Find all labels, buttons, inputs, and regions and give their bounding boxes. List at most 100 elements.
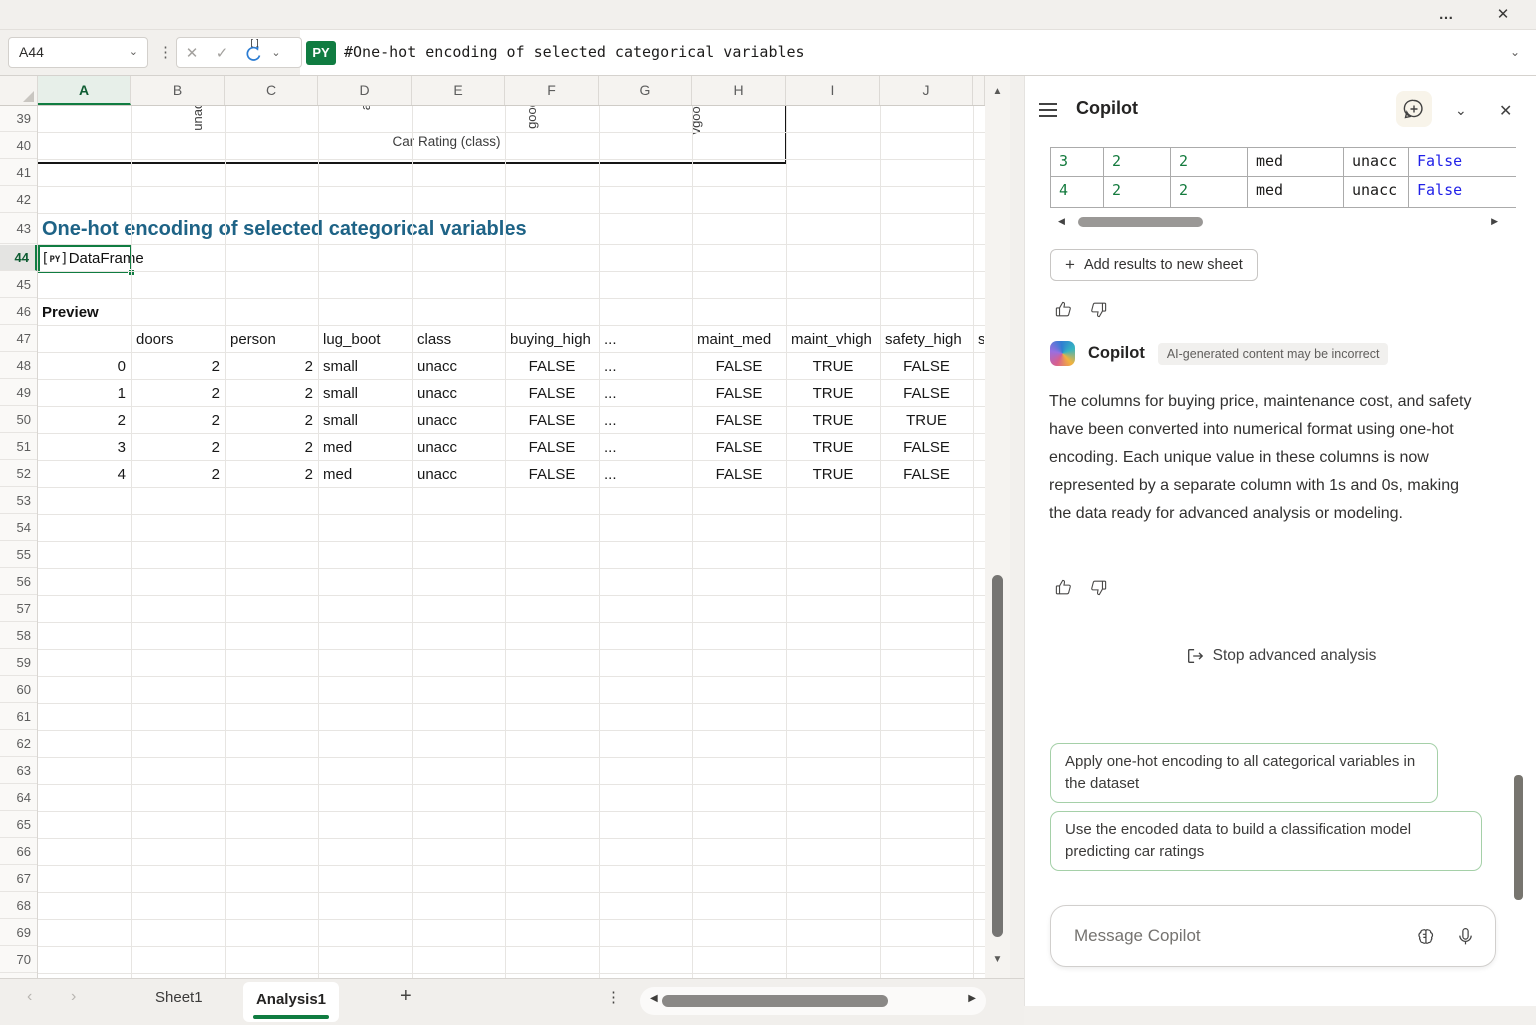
preview-cell[interactable]: 2 bbox=[225, 380, 318, 407]
confirm-entry-icon[interactable]: ✓ bbox=[207, 44, 237, 62]
preview-cell[interactable]: TRUE bbox=[786, 380, 880, 407]
preview-header-cell[interactable]: lug_boot bbox=[318, 326, 412, 353]
row-header-42[interactable]: 42 bbox=[0, 187, 37, 213]
thumbs-down-icon[interactable] bbox=[1089, 300, 1108, 319]
name-box-chevron-icon[interactable]: ⌄ bbox=[129, 38, 138, 67]
tab-next-icon[interactable]: › bbox=[71, 988, 76, 1006]
preview-cell[interactable]: FALSE bbox=[692, 353, 786, 380]
sheet-title-cell[interactable]: One-hot encoding of selected categorical… bbox=[42, 214, 527, 245]
preview-cell[interactable]: unacc bbox=[412, 380, 505, 407]
thumbs-up-icon[interactable] bbox=[1054, 578, 1073, 597]
preview-cell[interactable]: 4 bbox=[38, 461, 131, 488]
preview-cell[interactable]: unacc bbox=[412, 434, 505, 461]
column-header-h[interactable]: H bbox=[692, 76, 786, 105]
result-table-scrollbar[interactable]: ◀ ▶ bbox=[1050, 214, 1500, 230]
row-header-65[interactable]: 65 bbox=[0, 812, 37, 838]
row-header-45[interactable]: 45 bbox=[0, 272, 37, 298]
preview-cell[interactable]: small bbox=[318, 380, 412, 407]
preview-cell[interactable]: FALSE bbox=[505, 353, 599, 380]
preview-cell[interactable]: 2 bbox=[131, 461, 225, 488]
column-header-d[interactable]: D bbox=[318, 76, 412, 105]
thumbs-down-icon[interactable] bbox=[1089, 578, 1108, 597]
preview-cell[interactable]: 2 bbox=[225, 461, 318, 488]
row-header-44[interactable]: 44 bbox=[0, 245, 37, 271]
row-header-43[interactable]: 43 bbox=[0, 214, 37, 244]
panel-scroll-thumb[interactable] bbox=[1514, 775, 1523, 900]
preview-cell[interactable]: unacc bbox=[412, 353, 505, 380]
preview-header-cell[interactable]: person bbox=[225, 326, 318, 353]
message-copilot-input[interactable] bbox=[1051, 926, 1415, 946]
ai-brain-icon[interactable] bbox=[1415, 926, 1436, 947]
preview-cell[interactable]: TRUE bbox=[786, 407, 880, 434]
row-header-41[interactable]: 41 bbox=[0, 160, 37, 186]
row-header-46[interactable]: 46 bbox=[0, 299, 37, 325]
row-header-56[interactable]: 56 bbox=[0, 569, 37, 595]
select-all-corner[interactable] bbox=[0, 76, 38, 105]
row-header-69[interactable]: 69 bbox=[0, 920, 37, 946]
preview-cell[interactable]: FALSE bbox=[692, 434, 786, 461]
column-header-c[interactable]: C bbox=[225, 76, 318, 105]
column-header-i[interactable]: I bbox=[786, 76, 880, 105]
preview-cell[interactable]: 1 bbox=[38, 380, 131, 407]
scroll-right-icon[interactable]: ▶ bbox=[968, 993, 976, 1004]
preview-cell[interactable]: FALSE bbox=[692, 407, 786, 434]
panel-close-icon[interactable]: ✕ bbox=[1499, 101, 1512, 121]
scroll-down-icon[interactable]: ▼ bbox=[985, 954, 1010, 965]
preview-cell[interactable]: FALSE bbox=[505, 461, 599, 488]
preview-cell[interactable]: 0 bbox=[38, 353, 131, 380]
preview-cell[interactable]: FALSE bbox=[505, 407, 599, 434]
panel-collapse-chevron-icon[interactable]: ⌄ bbox=[1455, 102, 1467, 119]
cancel-entry-icon[interactable]: ✕ bbox=[177, 44, 207, 62]
column-header-f[interactable]: F bbox=[505, 76, 599, 105]
preview-cell[interactable]: med bbox=[318, 461, 412, 488]
row-header-39[interactable]: 39 bbox=[0, 106, 37, 132]
sheet-tab-analysis1[interactable]: Analysis1 bbox=[243, 982, 339, 1022]
preview-header-cell[interactable]: ... bbox=[599, 326, 692, 353]
formula-bar-expand-icon[interactable]: ⌄ bbox=[1510, 30, 1520, 75]
preview-cell[interactable]: FALSE bbox=[505, 380, 599, 407]
add-sheet-button[interactable]: + bbox=[400, 985, 412, 1008]
row-header-64[interactable]: 64 bbox=[0, 785, 37, 811]
row-header-52[interactable]: 52 bbox=[0, 461, 37, 487]
preview-label-cell[interactable]: Preview bbox=[42, 299, 99, 326]
preview-cell[interactable]: 2 bbox=[131, 353, 225, 380]
column-header-clipped[interactable] bbox=[973, 76, 985, 105]
row-header-47[interactable]: 47 bbox=[0, 326, 37, 352]
row-header-51[interactable]: 51 bbox=[0, 434, 37, 460]
thumbs-up-icon[interactable] bbox=[1054, 300, 1073, 319]
preview-cell[interactable]: FALSE bbox=[880, 380, 973, 407]
row-header-59[interactable]: 59 bbox=[0, 650, 37, 676]
row-header-63[interactable]: 63 bbox=[0, 758, 37, 784]
column-header-g[interactable]: G bbox=[599, 76, 692, 105]
preview-cell[interactable]: ... bbox=[599, 461, 692, 488]
preview-cell[interactable]: TRUE bbox=[786, 461, 880, 488]
scroll-left-icon[interactable]: ◀ bbox=[650, 993, 658, 1004]
microphone-icon[interactable] bbox=[1455, 926, 1476, 947]
python-insert-chevron-icon[interactable]: ⌄ bbox=[267, 46, 285, 59]
preview-cell[interactable]: 2 bbox=[225, 353, 318, 380]
row-header-48[interactable]: 48 bbox=[0, 353, 37, 379]
add-results-button[interactable]: + Add results to new sheet bbox=[1050, 249, 1258, 281]
new-chat-button[interactable] bbox=[1396, 91, 1432, 127]
python-object-icon[interactable]: [] bbox=[237, 41, 267, 65]
preview-cell[interactable]: FALSE bbox=[880, 461, 973, 488]
preview-cell[interactable]: FALSE bbox=[505, 434, 599, 461]
preview-cell[interactable]: small bbox=[318, 407, 412, 434]
row-header-54[interactable]: 54 bbox=[0, 515, 37, 541]
vertical-scroll-thumb[interactable] bbox=[992, 575, 1003, 937]
stop-advanced-analysis-button[interactable]: Stop advanced analysis bbox=[1025, 647, 1536, 665]
row-header-57[interactable]: 57 bbox=[0, 596, 37, 622]
row-header-60[interactable]: 60 bbox=[0, 677, 37, 703]
preview-header-cell[interactable]: maint_vhigh bbox=[786, 326, 880, 353]
preview-cell[interactable]: 3 bbox=[38, 434, 131, 461]
preview-cell[interactable]: FALSE bbox=[692, 380, 786, 407]
row-header-70[interactable]: 70 bbox=[0, 947, 37, 973]
preview-cell[interactable]: unacc bbox=[412, 407, 505, 434]
column-header-e[interactable]: E bbox=[412, 76, 505, 105]
preview-header-cell[interactable]: buying_high bbox=[505, 326, 599, 353]
table-scroll-left-icon[interactable]: ◀ bbox=[1058, 216, 1065, 227]
sheet-tab-sheet1[interactable]: Sheet1 bbox=[155, 989, 203, 1006]
preview-cell[interactable]: FALSE bbox=[692, 461, 786, 488]
preview-header-cell[interactable]: class bbox=[412, 326, 505, 353]
preview-header-cell[interactable]: safety_high bbox=[880, 326, 973, 353]
